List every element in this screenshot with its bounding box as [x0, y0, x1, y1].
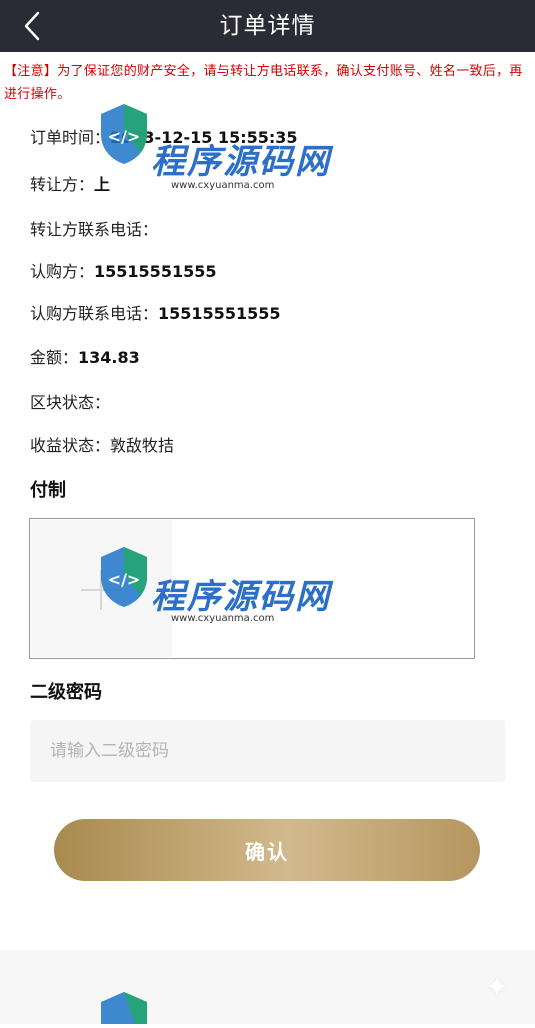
top-nav-bar: 订单详情 — [0, 0, 535, 52]
amount-row: 金额：134.83 — [30, 344, 140, 368]
sparkle-icon: ✦ — [484, 970, 510, 1005]
block-status-label: 区块状态： — [30, 393, 111, 412]
seller-phone-label: 转让方联系电话： — [30, 220, 159, 239]
seller-value: 上 — [94, 175, 111, 194]
watermark-url: www.cxyuanma.com — [171, 180, 275, 191]
password-section-title: 二级密码 — [30, 682, 102, 703]
buyer-phone-label: 认购方联系电话： — [30, 304, 159, 323]
seller-row: 转让方：上 — [30, 171, 110, 195]
safety-notice: 【注意】为了保证您的财产安全，请与转让方电话联系，确认支付账号、姓名一致后，再进… — [4, 64, 523, 102]
secondary-password-input[interactable] — [30, 720, 505, 782]
amount-label: 金额： — [30, 348, 79, 367]
buyer-row: 认购方：15515551555 — [30, 258, 216, 282]
payment-proof-upload[interactable] — [29, 518, 475, 659]
earning-status-row: 收益状态：敦敌牧拮 — [30, 432, 174, 456]
buyer-phone-value: 15515551555 — [158, 304, 281, 323]
buyer-phone-row: 认购方联系电话：15515551555 — [30, 300, 280, 324]
order-time-value: 2023-12-15 15:55:35 — [110, 128, 298, 147]
upload-slot[interactable] — [31, 520, 172, 657]
earning-status-label: 收益状态： — [30, 436, 111, 455]
order-time-row: 订单时间：2023-12-15 15:55:35 — [30, 124, 298, 148]
confirm-button[interactable]: 确认 — [54, 819, 480, 881]
buyer-label: 认购方： — [30, 262, 95, 281]
payment-section-title: 付制 — [30, 480, 66, 501]
seller-phone-row: 转让方联系电话： — [30, 216, 158, 240]
bottom-bar: ✦ — [0, 950, 535, 1024]
amount-value: 134.83 — [78, 348, 140, 367]
buyer-value: 15515551555 — [94, 262, 217, 281]
block-status-row: 区块状态： — [30, 389, 110, 413]
page-title: 订单详情 — [219, 13, 316, 39]
seller-label: 转让方： — [30, 175, 95, 194]
order-time-label: 订单时间： — [30, 128, 111, 147]
earning-status-value: 敦敌牧拮 — [110, 436, 175, 455]
plus-icon — [81, 570, 121, 610]
